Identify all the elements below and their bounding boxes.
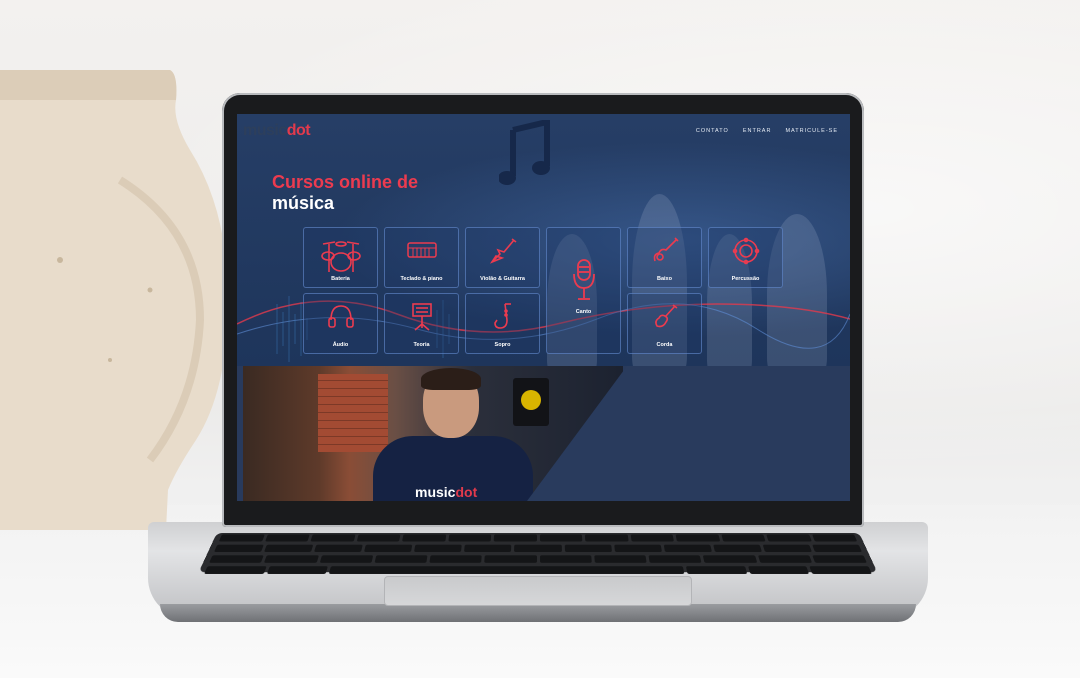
laptop-trackpad [384, 576, 692, 606]
violin-icon [654, 304, 677, 328]
saxophone-icon [493, 303, 511, 329]
course-label: Sopro [494, 342, 511, 348]
course-card-teclado-piano[interactable]: Teclado & piano [384, 227, 459, 288]
microphone-icon [572, 259, 595, 300]
course-label: Percussão [731, 276, 760, 282]
studio-speaker [513, 378, 549, 426]
shirt-logo: musicdot [415, 484, 477, 500]
bass-guitar-icon [653, 237, 679, 262]
course-card-percussao[interactable]: Percussão [708, 227, 783, 288]
laptop-keyboard [198, 532, 878, 574]
course-label: Bateria [331, 276, 350, 282]
keyboard-icon [406, 242, 437, 258]
course-label: Baixo [657, 276, 672, 282]
course-label: Áudio [332, 342, 349, 348]
course-card-corda[interactable]: Corda [627, 293, 702, 354]
laptop-screen: musicdot CONTATO ENTRAR MATRICULE-SE Cur… [237, 114, 850, 501]
course-card-bateria[interactable]: Bateria [303, 227, 378, 288]
course-card-baixo[interactable]: Baixo [627, 227, 702, 288]
course-card-audio[interactable]: Áudio [303, 293, 378, 354]
laptop-base-edge [160, 604, 916, 622]
presenter-hair [421, 368, 481, 390]
brick-wall [318, 374, 388, 452]
course-label: Corda [656, 342, 673, 348]
tambourine-icon [732, 237, 759, 265]
shirt-logo-dot: dot [455, 484, 478, 500]
drum-kit-icon [320, 241, 361, 272]
shirt-logo-music: music [415, 484, 456, 500]
course-card-sopro[interactable]: Sopro [465, 293, 540, 354]
course-card-teoria[interactable]: Teoria [384, 293, 459, 354]
course-label: Canto [575, 309, 592, 315]
ceramic-vase [0, 70, 228, 530]
course-card-violao-guitarra[interactable]: Violão & Guitarra [465, 227, 540, 288]
course-label: Teoria [413, 342, 430, 348]
course-card-canto[interactable]: Canto [546, 227, 621, 354]
course-label: Violão & Guitarra [480, 276, 525, 282]
course-label: Teclado & piano [400, 276, 443, 282]
course-grid: Bateria Teclado & piano Violão & Guitarr… [237, 114, 850, 366]
music-stand-icon [411, 303, 432, 331]
electric-guitar-icon [489, 238, 516, 264]
headphones-icon [327, 305, 354, 328]
intro-video-section[interactable]: musicdot [237, 366, 850, 501]
